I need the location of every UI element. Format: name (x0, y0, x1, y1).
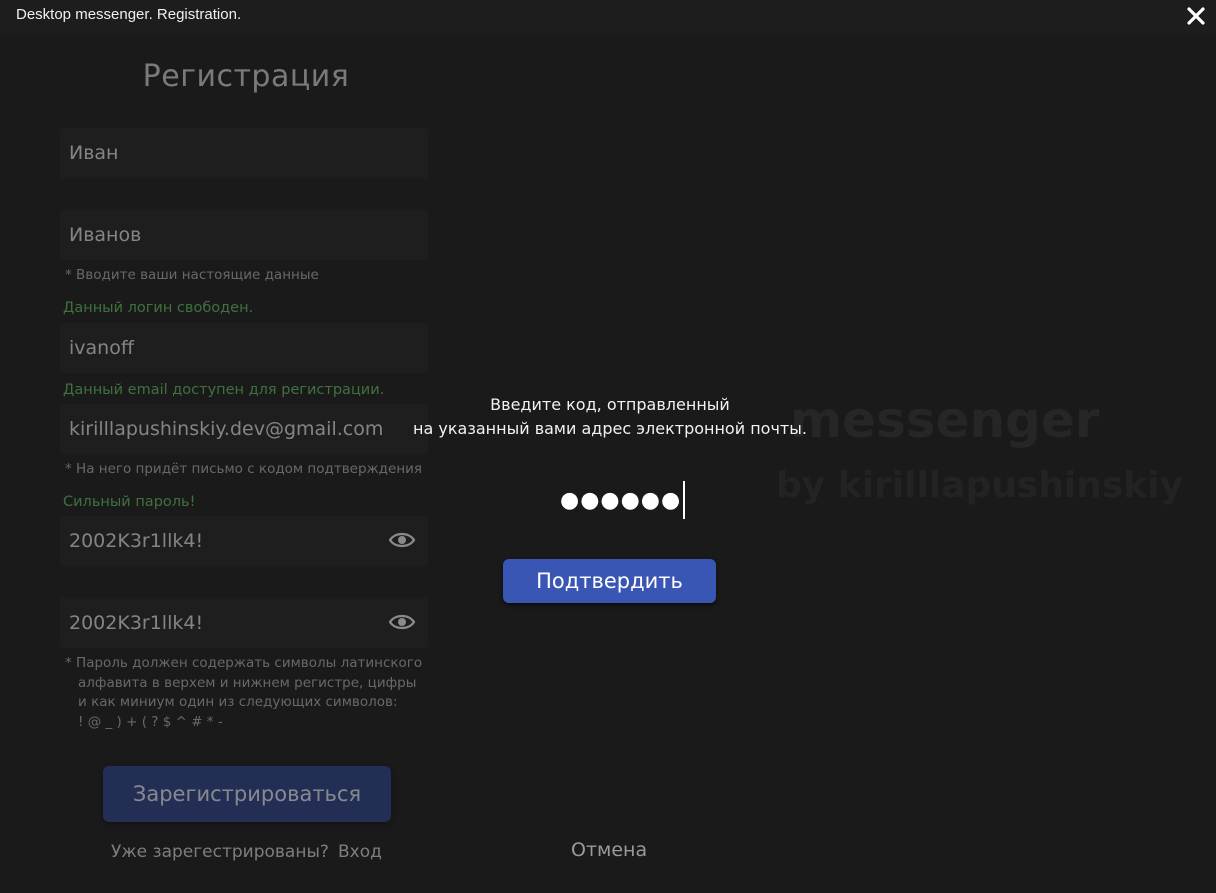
title-bar: Desktop messenger. Registration. (0, 0, 1216, 33)
password-value: 2002K3r1llk4! (69, 530, 204, 552)
registration-heading: Регистрация (142, 59, 350, 94)
password-rule-line: и как миниум один из следующих символов: (78, 694, 398, 710)
password-status: Сильный пароль! (63, 494, 196, 510)
prompt-line: Введите код, отправленный (490, 395, 730, 414)
login-link[interactable]: Вход (338, 842, 382, 862)
registration-form: Регистрация Иван Иванов * Вводите ваши н… (0, 33, 1216, 893)
window-title: Desktop messenger. Registration. (16, 6, 242, 23)
password-rule-line: * Пароль должен содержать символы латинс… (65, 655, 423, 671)
email-field[interactable]: kirilllapushinskiy.dev@gmail.com (60, 404, 428, 454)
cancel-link[interactable]: Отмена (571, 839, 647, 861)
already-registered-text: Уже зарегестрированы? (111, 842, 329, 862)
close-icon[interactable] (1182, 2, 1210, 30)
first-name-field[interactable]: Иван (60, 128, 428, 178)
confirm-button[interactable]: Подтвердить (503, 559, 716, 603)
eye-icon[interactable] (388, 611, 416, 633)
email-hint: * На него придёт письмо с кодом подтверж… (65, 461, 423, 477)
password-rule-line: алфавита в верхем и нижнем регистре, циф… (78, 674, 417, 691)
password-rule-line: ! @ _ ) + ( ? $ ^ # * - (78, 713, 223, 730)
first-name-value: Иван (69, 142, 119, 164)
password-field[interactable]: 2002K3r1llk4! (60, 516, 428, 566)
code-input[interactable]: ●●●●●● (560, 481, 686, 519)
email-value: kirilllapushinskiy.dev@gmail.com (69, 418, 384, 440)
main-area: messenger by kirilllapushinskiy Регистра… (0, 33, 1216, 893)
password-rules: * Пароль должен содержать символы латинс… (65, 654, 422, 732)
verification-prompt: Введите код, отправленный на указанный в… (380, 393, 840, 441)
last-name-field[interactable]: Иванов (60, 210, 428, 260)
register-button[interactable]: Зарегистрироваться (103, 766, 391, 822)
text-caret (683, 481, 686, 519)
code-value: ●●●●●● (560, 487, 682, 513)
password-confirm-value: 2002K3r1llk4! (69, 612, 204, 634)
prompt-line: на указанный вами адрес электронной почт… (413, 419, 807, 438)
real-data-hint: * Вводите ваши настоящие данные (65, 267, 319, 283)
login-status: Данный логин свободен. (63, 300, 254, 316)
eye-icon[interactable] (388, 529, 416, 551)
email-status: Данный email доступен для регистрации. (63, 382, 385, 398)
password-confirm-field[interactable]: 2002K3r1llk4! (60, 598, 428, 648)
login-value: ivanoff (69, 337, 134, 359)
login-field[interactable]: ivanoff (60, 323, 428, 373)
last-name-value: Иванов (69, 224, 142, 246)
